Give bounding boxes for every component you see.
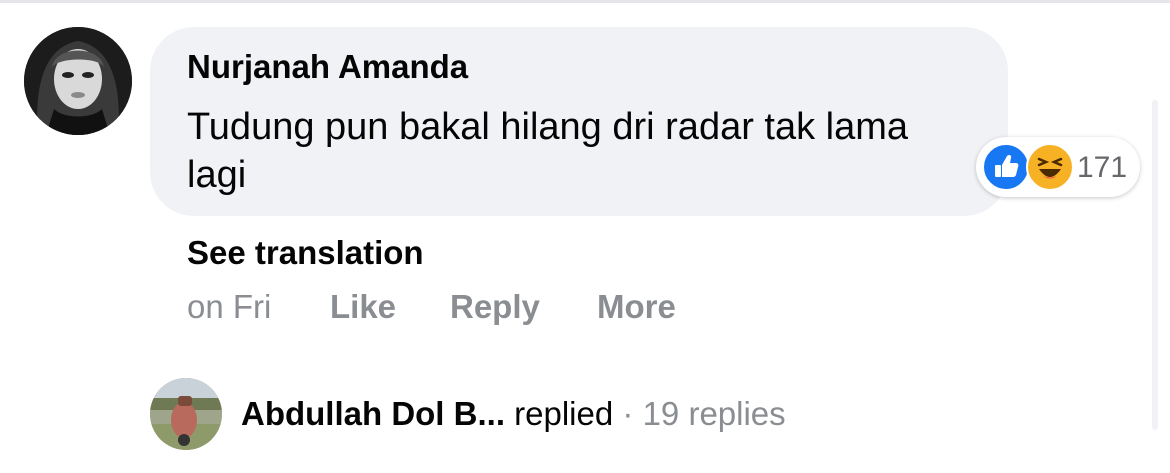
see-translation-link[interactable]: See translation <box>187 234 424 272</box>
haha-icon <box>1026 143 1074 191</box>
reply-count: 19 replies <box>642 395 786 432</box>
replier-avatar[interactable] <box>150 378 222 450</box>
reaction-count: 171 <box>1077 151 1128 184</box>
comment-timestamp[interactable]: on Fri <box>187 288 271 326</box>
replied-label: replied <box>514 395 614 432</box>
more-button[interactable]: More <box>597 288 676 326</box>
scrollbar[interactable] <box>1152 100 1158 430</box>
top-divider <box>0 0 1170 3</box>
comment-author-name[interactable]: Nurjanah Amanda <box>187 48 468 86</box>
avatar-portrait-image <box>24 27 132 135</box>
separator-dot: · <box>622 395 634 432</box>
reply-button[interactable]: Reply <box>450 288 540 326</box>
reactions-summary[interactable]: 171 <box>976 137 1140 197</box>
replier-name: Abdullah Dol B... <box>241 395 505 432</box>
like-button[interactable]: Like <box>330 288 396 326</box>
replier-photo-image <box>150 378 222 450</box>
comment-text: Tudung pun bakal hilang dri radar tak la… <box>187 106 909 196</box>
like-icon <box>982 143 1030 191</box>
commenter-avatar[interactable] <box>24 27 132 135</box>
view-replies-link[interactable]: Abdullah Dol B... replied · 19 replies <box>241 395 786 433</box>
